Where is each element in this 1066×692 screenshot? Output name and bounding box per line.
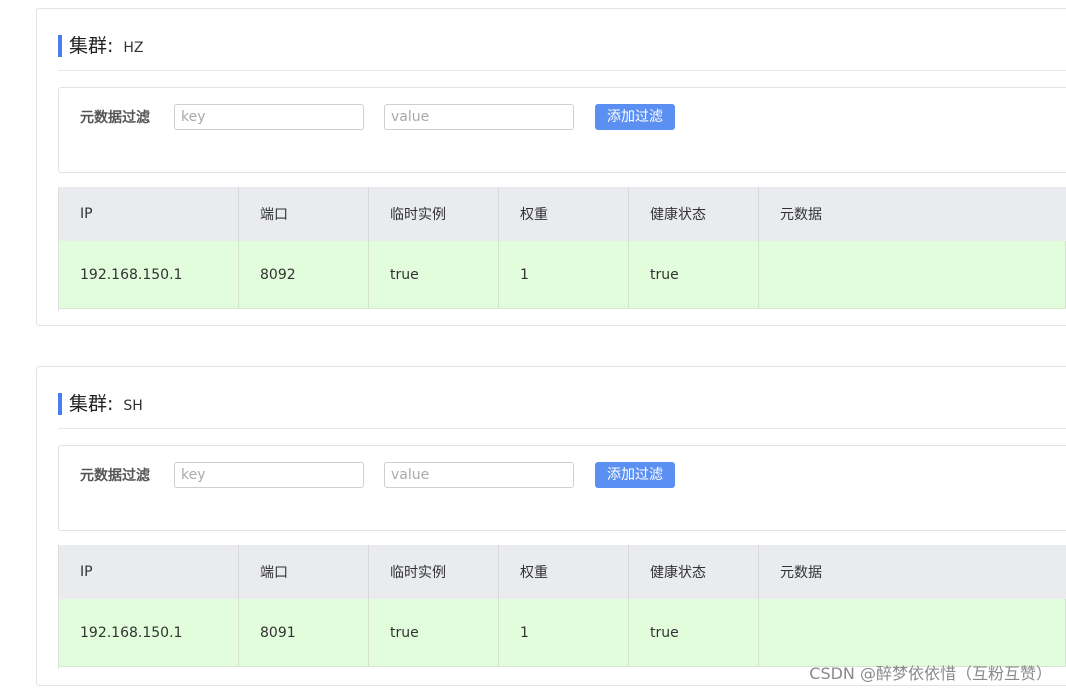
column-header-ip: IP	[59, 187, 239, 241]
cluster-title-label: 集群:	[69, 393, 114, 415]
title-accent-bar	[58, 35, 62, 57]
column-header-weight: 权重	[499, 545, 629, 599]
column-header-port: 端口	[239, 187, 369, 241]
cell-ephemeral: true	[369, 241, 499, 308]
table-row: 192.168.150.1 8091 true 1 true	[59, 599, 1066, 667]
metadata-key-input[interactable]	[174, 104, 364, 130]
cell-ip: 192.168.150.1	[59, 599, 239, 666]
cluster-name: SH	[123, 398, 143, 414]
column-header-health: 健康状态	[629, 187, 759, 241]
table-row: 192.168.150.1 8092 true 1 true	[59, 241, 1066, 309]
cell-weight: 1	[499, 241, 629, 308]
cluster-header: 集群: HZ	[58, 35, 144, 57]
column-header-metadata: 元数据	[780, 565, 822, 581]
cell-port: 8091	[239, 599, 369, 666]
cell-metadata	[759, 599, 1066, 666]
cell-health: true	[629, 241, 759, 308]
cluster-card-hz: 集群: HZ 元数据过滤 添加过滤 IP 端口 临时实例 权重 健康状态 元数据…	[36, 8, 1066, 326]
column-header-health: 健康状态	[629, 545, 759, 599]
metadata-filter-panel: 元数据过滤 添加过滤	[58, 87, 1066, 173]
csdn-watermark: CSDN @醉梦依依惜（互粉互赞）	[809, 664, 1052, 683]
column-header-port: 端口	[239, 545, 369, 599]
cell-ip: 192.168.150.1	[59, 241, 239, 308]
add-filter-button[interactable]: 添加过滤	[595, 462, 675, 488]
title-accent-bar	[58, 393, 62, 415]
cell-ephemeral: true	[369, 599, 499, 666]
column-header-ephemeral: 临时实例	[369, 187, 499, 241]
metadata-filter-panel: 元数据过滤 添加过滤	[58, 445, 1066, 531]
cell-port: 8092	[239, 241, 369, 308]
metadata-filter-label: 元数据过滤	[80, 110, 150, 126]
cluster-name: HZ	[123, 40, 144, 56]
add-filter-button[interactable]: 添加过滤	[595, 104, 675, 130]
column-header-ephemeral: 临时实例	[369, 545, 499, 599]
table-header-row: IP 端口 临时实例 权重 健康状态 元数据	[59, 545, 1066, 599]
column-header-weight: 权重	[499, 187, 629, 241]
header-divider	[58, 428, 1066, 429]
cell-metadata	[759, 241, 1066, 308]
metadata-filter-label: 元数据过滤	[80, 468, 150, 484]
cell-weight: 1	[499, 599, 629, 666]
metadata-value-input[interactable]	[384, 462, 574, 488]
header-divider	[58, 70, 1066, 71]
cluster-card-sh: 集群: SH 元数据过滤 添加过滤 IP 端口 临时实例 权重 健康状态 元数据…	[36, 366, 1066, 686]
instance-table: IP 端口 临时实例 权重 健康状态 元数据 192.168.150.1 809…	[58, 545, 1066, 669]
cell-health: true	[629, 599, 759, 666]
cluster-header: 集群: SH	[58, 393, 143, 415]
metadata-value-input[interactable]	[384, 104, 574, 130]
table-header-row: IP 端口 临时实例 权重 健康状态 元数据	[59, 187, 1066, 241]
column-header-metadata: 元数据	[780, 207, 822, 223]
instance-table: IP 端口 临时实例 权重 健康状态 元数据 192.168.150.1 809…	[58, 187, 1066, 311]
column-header-ip: IP	[59, 545, 239, 599]
cluster-title-label: 集群:	[69, 35, 114, 57]
metadata-key-input[interactable]	[174, 462, 364, 488]
